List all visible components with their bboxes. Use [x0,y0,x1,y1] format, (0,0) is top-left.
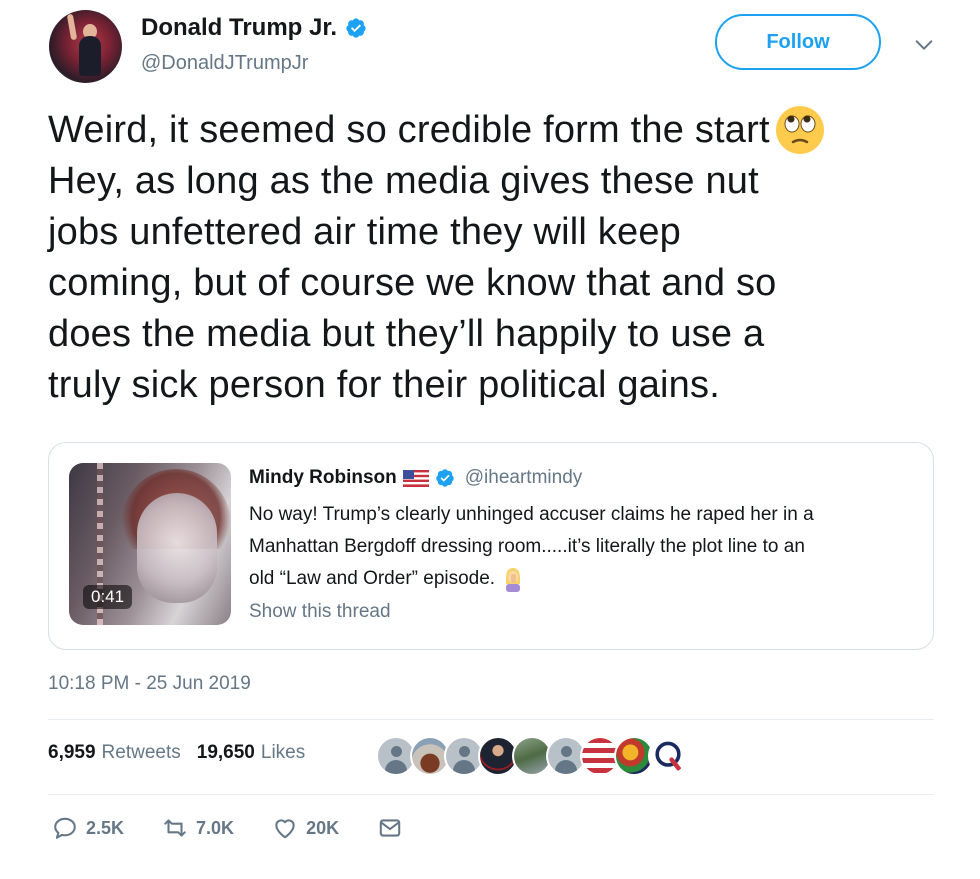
heart-icon [275,819,295,839]
video-thumbnail[interactable]: 0:41 [69,463,231,625]
divider [48,794,934,795]
quoted-author-name[interactable]: Mindy Robinson [249,467,397,489]
follow-button[interactable]: Follow [715,14,881,70]
liker-avatar[interactable] [648,736,688,776]
quoted-line: No way! Trump’s clearly unhinged accuser… [249,504,814,525]
likes-label[interactable]: Likes [261,742,305,764]
author-handle[interactable]: @DonaldJTrumpJr [141,52,308,75]
tweet-line: Hey, as long as the media gives these nu… [48,160,759,202]
quoted-tweet[interactable]: 0:41 Mindy Robinson @iheartmindy No way!… [48,442,934,650]
reply-icon [54,817,76,839]
direct-message-action[interactable] [377,815,403,841]
tweet-timestamp[interactable]: 10:18 PM - 25 Jun 2019 [48,673,251,695]
tweet-line: does the media but they’ll happily to us… [48,313,765,355]
q-logo-icon [655,741,682,771]
author-avatar[interactable] [49,10,122,83]
like-action[interactable]: 20K [272,815,339,841]
reply-count: 2.5K [86,817,125,838]
like-count: 20K [306,817,340,838]
tweet-actions: 2.5K 7.0K 20K [52,815,441,841]
tweet-line: jobs unfettered air time they will keep [48,211,682,253]
us-flag-icon [402,469,429,487]
retweet-action[interactable]: 7.0K [162,815,234,841]
author-name-row: Donald Trump Jr. [141,14,367,42]
envelope-icon [379,819,401,837]
likes-count[interactable]: 19,650 [197,742,255,764]
retweets-label[interactable]: Retweets [102,742,181,764]
retweet-count: 7.0K [196,817,235,838]
divider [48,719,934,720]
quoted-tweet-text: No way! Trump’s clearly unhinged accuser… [249,499,929,595]
tweet-line: Weird, it seemed so credible form the st… [48,104,948,156]
verified-badge-icon [346,18,366,38]
chevron-down-icon[interactable] [913,34,935,56]
retweet-icon [164,819,186,837]
tweet-header: Donald Trump Jr. @DonaldJTrumpJr Follow [45,8,945,88]
video-duration: 0:41 [83,585,133,609]
verified-badge-icon [436,469,454,487]
author-name[interactable]: Donald Trump Jr. [141,14,337,42]
reply-action[interactable]: 2.5K [52,815,124,841]
tweet-text: Weird, it seemed so credible form the st… [48,104,948,411]
liker-avatars [376,736,688,776]
tweet-stats: 6,959 Retweets 19,650 Likes [48,742,305,764]
quoted-line: old “Law and Order” episode. [249,563,929,595]
tweet-line: coming, but of course we know that and s… [48,262,777,304]
retweets-count[interactable]: 6,959 [48,742,96,764]
quoted-line: Manhattan Bergdoff dressing room.....it’… [249,536,805,557]
quoted-author-handle[interactable]: @iheartmindy [465,467,583,489]
quoted-author-row: Mindy Robinson @iheartmindy [249,467,582,489]
show-thread-link[interactable]: Show this thread [249,601,391,623]
rolling-eyes-emoji-icon [775,106,824,154]
tweet-line: truly sick person for their political ga… [48,364,720,406]
woman-facepalming-emoji-icon [506,568,521,592]
